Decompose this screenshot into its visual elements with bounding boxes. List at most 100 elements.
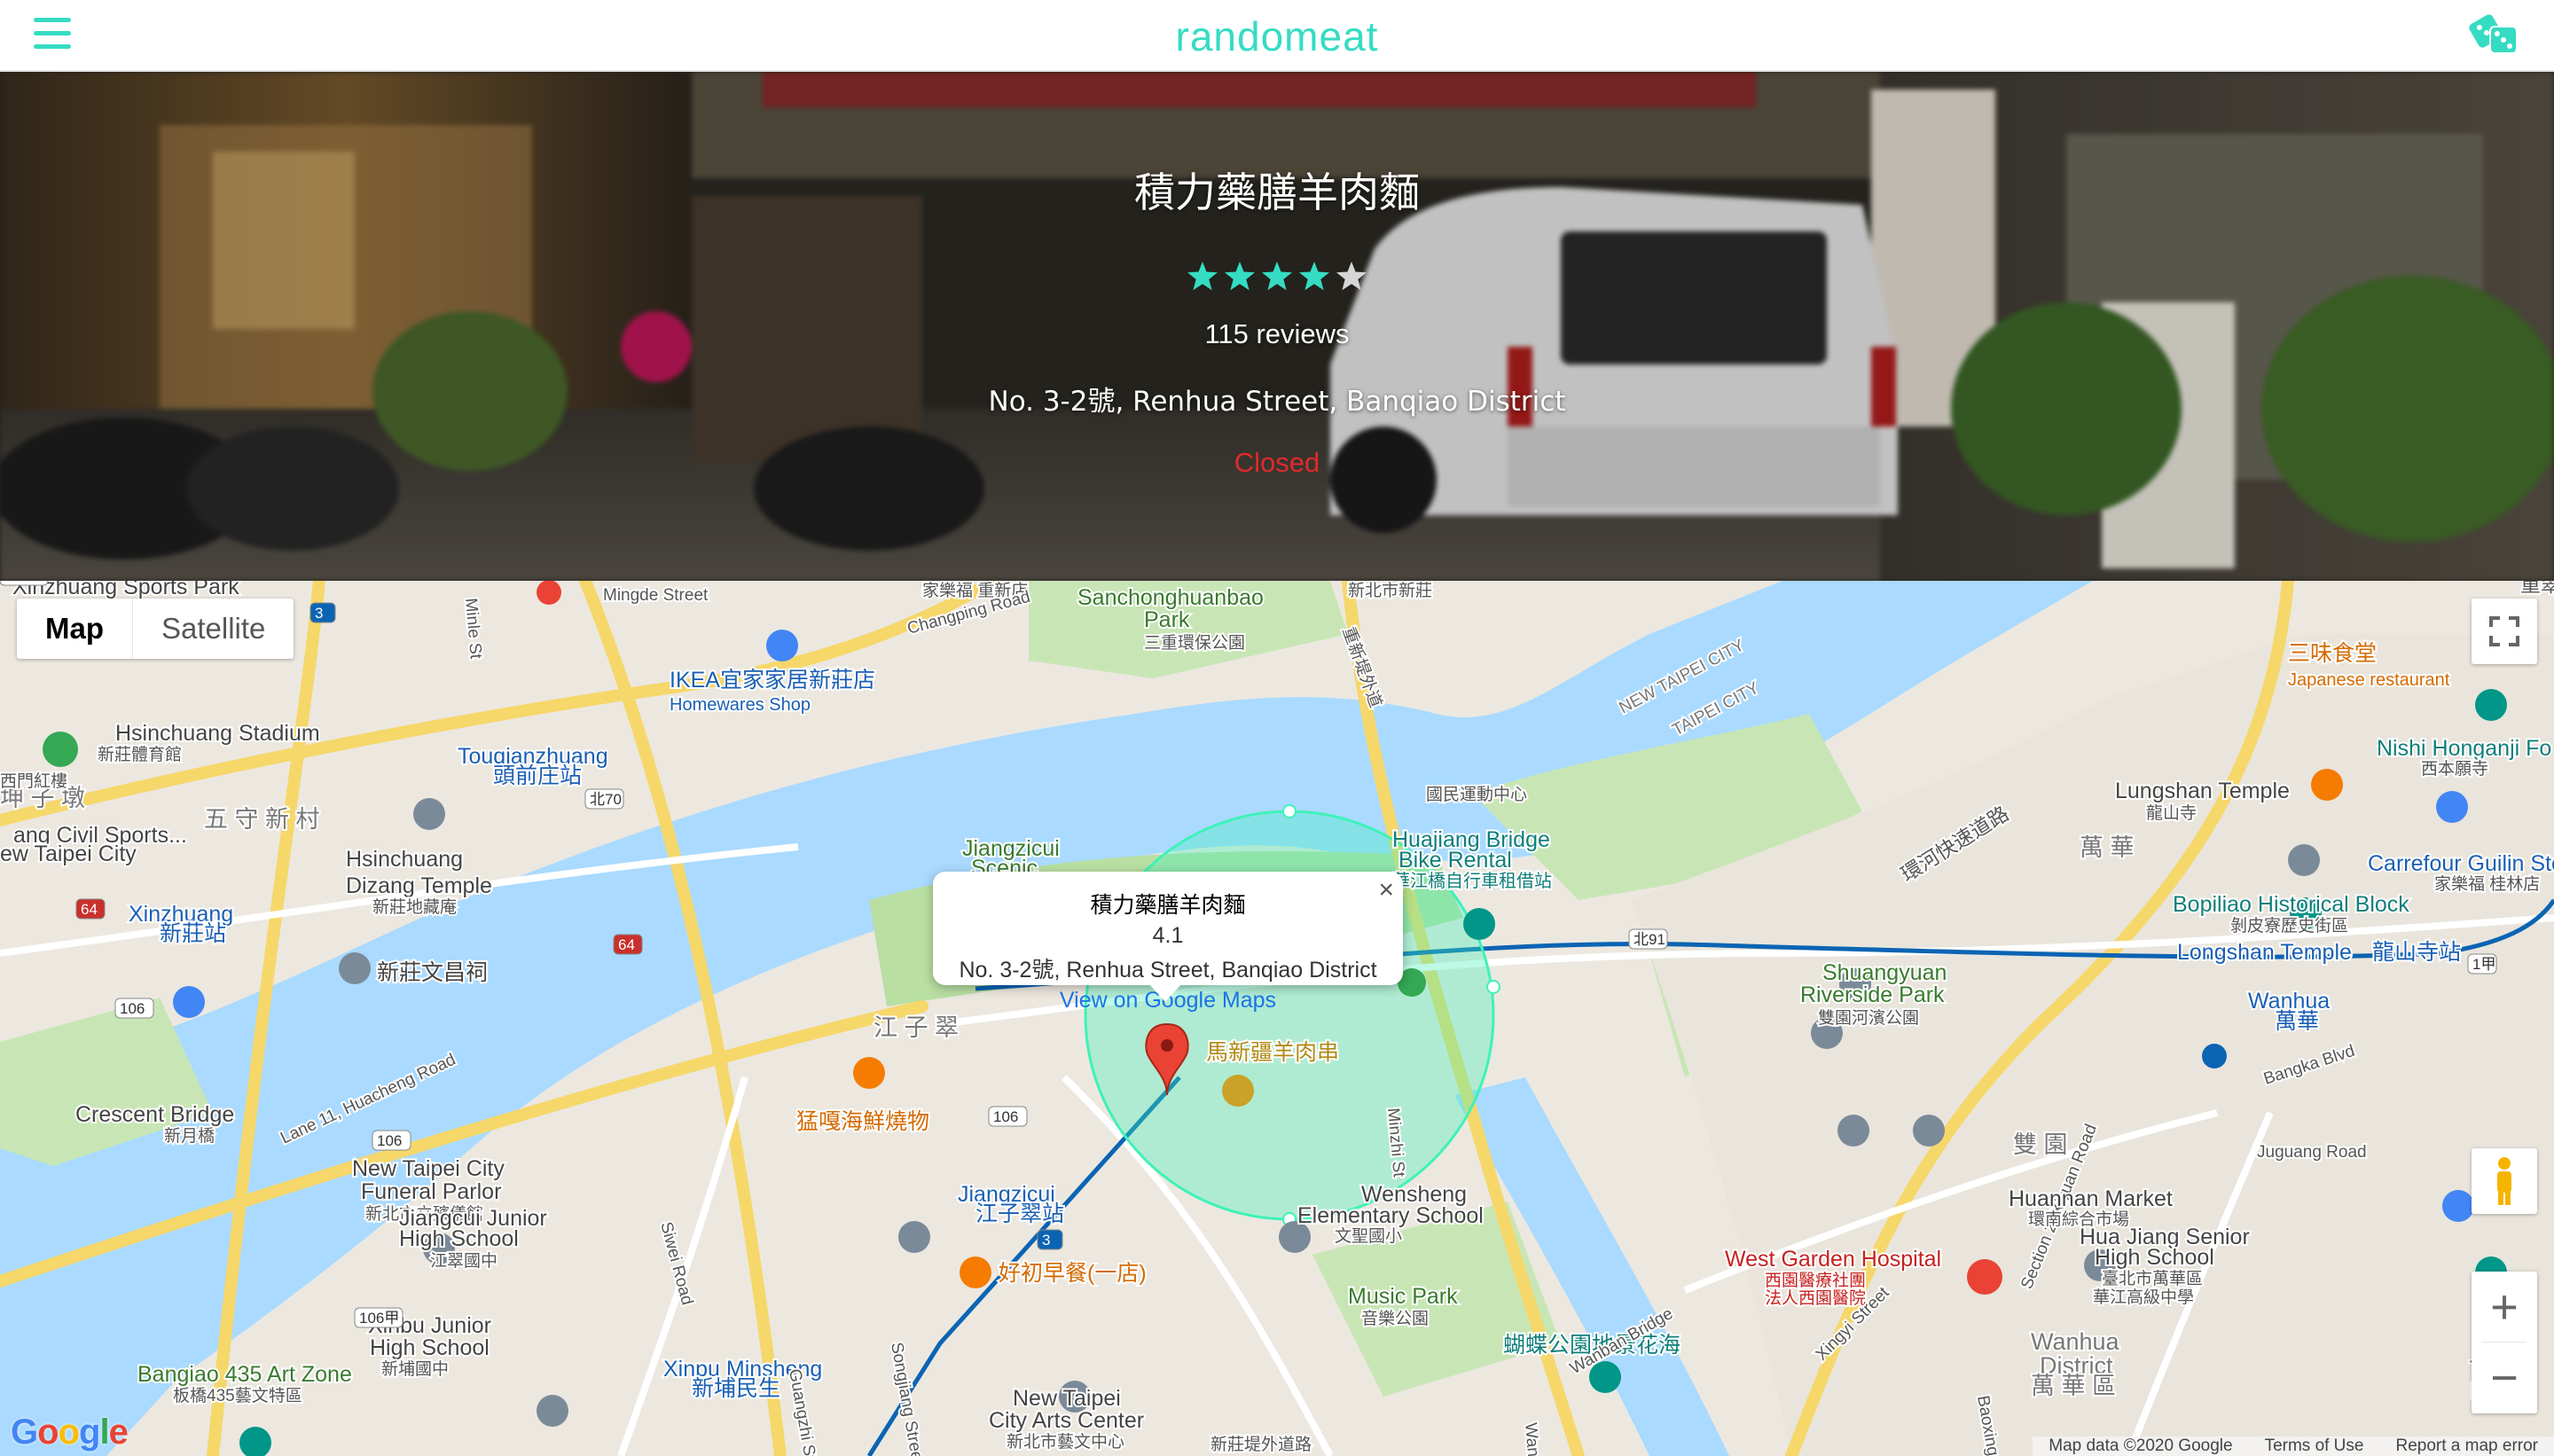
svg-text:106: 106 <box>377 1132 402 1149</box>
svg-text:Japanese restaurant: Japanese restaurant <box>2288 670 2450 690</box>
svg-text:新北市新莊: 新北市新莊 <box>1348 581 1432 600</box>
map-label: IKEA宜家家居新莊店 <box>668 666 877 694</box>
report-map-error-link[interactable]: Report a map error <box>2379 1436 2554 1456</box>
map-canvas[interactable]: Xinzhuang Sports Park 家樂福 重新店 Sanchonghuan… <box>0 581 2554 1456</box>
route-shield: 53-1 <box>0 581 49 586</box>
svg-text:北91: 北91 <box>1633 931 1665 948</box>
route-shield: 64 <box>613 934 643 955</box>
map-label: Music Park <box>1346 1282 1460 1311</box>
map-label: 家樂福 桂林店 <box>2433 873 2542 896</box>
map-label: New Taipei City <box>350 1155 506 1183</box>
map-label: Homewares Shop <box>668 693 812 716</box>
map-label: Lungshan Temple <box>2113 777 2292 805</box>
svg-text:臺北市萬華區: 臺北市萬華區 <box>2102 1269 2203 1288</box>
map-label: Dizang Temple <box>344 872 494 900</box>
svg-text:106: 106 <box>993 1108 1018 1125</box>
svg-text:萬 華: 萬 華 <box>2080 834 2135 861</box>
pegman-icon[interactable] <box>2472 1148 2537 1214</box>
map-label: 華江高級中學 <box>2091 1286 2196 1309</box>
route-shield: 106 <box>372 1130 411 1151</box>
map-label: City Arts Center <box>987 1406 1146 1435</box>
map-label: 重翠大橋 <box>2519 581 2554 598</box>
map-label: Sanchonghuanbao <box>1076 583 1265 612</box>
map-data-credit: Map data ©2020 Google <box>2049 1436 2233 1455</box>
map-label: 江翠國中 <box>428 1249 499 1272</box>
svg-text:Wanhua: Wanhua <box>2031 1328 2120 1355</box>
app-header: randomeat <box>0 0 2554 72</box>
close-icon[interactable]: × <box>1378 875 1394 905</box>
map-label: Bopiliao Historical Block <box>2171 890 2411 919</box>
route-shield: 北91 <box>1628 928 1668 950</box>
map-label: 板橋435藝文特區 <box>171 1384 304 1407</box>
svg-text:新莊堤外道路: 新莊堤外道路 <box>1210 1435 1312 1454</box>
svg-text:Crescent Bridge: Crescent Bridge <box>75 1102 234 1127</box>
route-shield: 106 <box>114 998 154 1019</box>
map-label: 龍山寺 <box>2144 802 2198 825</box>
map-label: Nishi Honganji Fo <box>2375 734 2553 763</box>
svg-text:Dizang Temple: Dizang Temple <box>346 873 492 898</box>
map-label: Riverside Park <box>1798 981 1947 1009</box>
map-label: 新莊地藏庵 <box>371 896 458 919</box>
map-label: Shuangyuan <box>1821 959 1948 987</box>
map-label: 國民運動中心 <box>1424 783 1529 806</box>
terms-of-use-link[interactable]: Terms of Use <box>2249 1436 2380 1456</box>
svg-text:新埔民生: 新埔民生 <box>692 1376 780 1401</box>
open-status: Closed <box>1234 447 1320 478</box>
svg-text:New Taipei City: New Taipei City <box>352 1156 505 1181</box>
info-rating: 4.1 <box>1152 923 1184 948</box>
zoom-out-button[interactable]: − <box>2472 1342 2537 1413</box>
dice-icon[interactable] <box>2469 12 2522 57</box>
map-label: 江 子 翠 <box>872 1013 960 1043</box>
svg-text:Bopiliao Historical Block: Bopiliao Historical Block <box>2173 892 2409 917</box>
svg-text:Shuangyuan: Shuangyuan <box>1822 960 1947 985</box>
svg-text:Longshan Temple: Longshan Temple <box>2177 940 2352 965</box>
route-shield: 1甲 <box>2467 953 2497 975</box>
map-label: 新埔國中 <box>380 1358 450 1381</box>
map-label: 西門紅樓 <box>0 770 69 793</box>
svg-text:Nishi Honganji Fo: Nishi Honganji Fo <box>2377 736 2551 761</box>
app-title: randomeat <box>1175 13 1379 59</box>
svg-text:1甲: 1甲 <box>2472 956 2495 973</box>
star-empty-icon <box>1336 262 1367 291</box>
map-type-control[interactable]: Map Satellite <box>17 599 294 659</box>
map-label: 江子翠站 <box>974 1200 1066 1228</box>
svg-text:Hsinchuang: Hsinchuang <box>346 847 463 872</box>
google-logo[interactable]: Google <box>11 1413 129 1452</box>
svg-text:Elementary School: Elementary School <box>1297 1203 1484 1228</box>
review-count: 115 reviews <box>1204 318 1350 349</box>
map-type-satellite[interactable]: Satellite <box>133 599 294 659</box>
svg-text:剝皮寮歷史街區: 剝皮寮歷史街區 <box>2230 916 2348 935</box>
map-label: 新埔民生 <box>690 1374 782 1403</box>
svg-text:萬華: 萬華 <box>2275 1009 2319 1034</box>
map-label: 頭前庄站 <box>491 762 584 790</box>
zoom-control: + − <box>2472 1272 2537 1413</box>
map-label: 萬 華 區 <box>2029 1371 2118 1401</box>
map-label: Crescent Bridge <box>74 1100 236 1129</box>
route-shield: 106甲 <box>354 1307 403 1328</box>
map-label: Hsinchuang <box>344 845 465 873</box>
svg-text:西門紅樓: 西門紅樓 <box>0 771 67 791</box>
svg-text:ew Taipei City: ew Taipei City <box>0 842 137 866</box>
svg-text:Funeral Parlor: Funeral Parlor <box>361 1179 501 1204</box>
google-map[interactable]: Xinzhuang Sports Park 家樂福 重新店 Sanchonghuan… <box>0 581 2554 1456</box>
svg-text:Bangiao 435 Art Zone: Bangiao 435 Art Zone <box>137 1362 352 1387</box>
svg-text:106甲: 106甲 <box>359 1310 399 1327</box>
svg-text:雙 園: 雙 園 <box>2013 1131 2068 1158</box>
svg-text:北70: 北70 <box>590 791 622 808</box>
zoom-in-button[interactable]: + <box>2472 1272 2537 1342</box>
map-label: 雙 園 <box>2011 1130 2070 1160</box>
restaurant-address: No. 3-2號, Renhua Street, Banqiao Distric… <box>988 386 1566 418</box>
star-filled-icon <box>1299 262 1329 291</box>
map-label: 五 守 新 村 <box>202 804 322 834</box>
svg-text:New Taipei: New Taipei <box>1013 1386 1121 1411</box>
map-type-map[interactable]: Map <box>17 599 133 659</box>
svg-text:萬 華 區: 萬 華 區 <box>2031 1373 2116 1399</box>
svg-text:猛嘎海鮮燒物: 猛嘎海鮮燒物 <box>796 1109 929 1134</box>
map-label: 猛嘎海鮮燒物 <box>795 1108 931 1136</box>
map-label: High School <box>2093 1243 2216 1272</box>
fullscreen-icon[interactable] <box>2472 599 2537 664</box>
map-label: 法人西園醫院 <box>1763 1287 1868 1310</box>
svg-text:3: 3 <box>315 605 323 622</box>
svg-text:Sanchonghuanbao: Sanchonghuanbao <box>1077 585 1264 610</box>
svg-text:West Garden Hospital: West Garden Hospital <box>1725 1247 1941 1272</box>
